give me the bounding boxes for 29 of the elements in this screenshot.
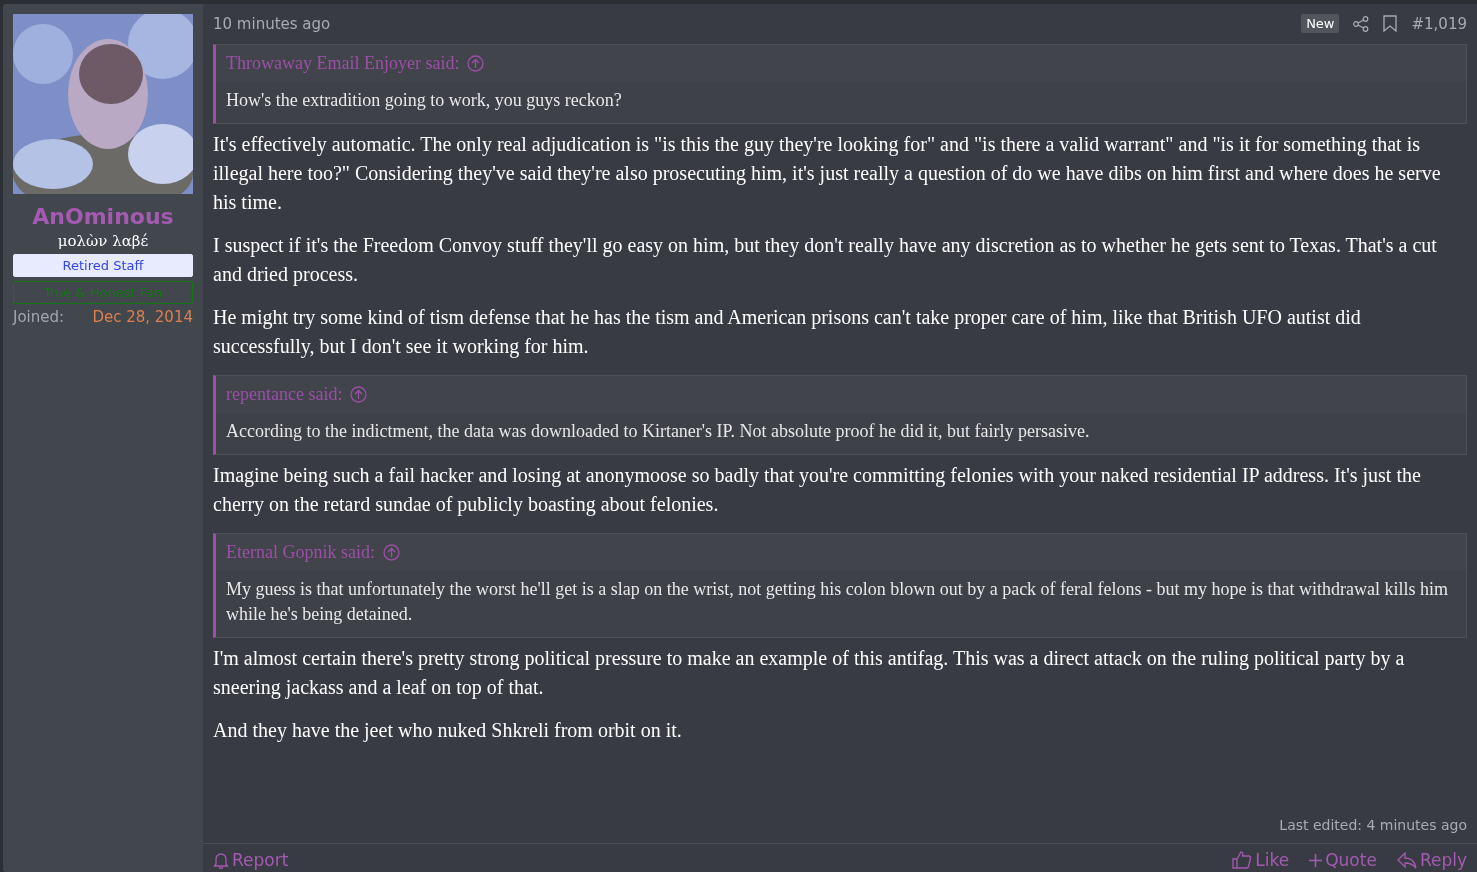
post-number[interactable]: #1,019 (1411, 14, 1467, 33)
post-paragraph: I'm almost certain there's pretty strong political pressure to make an example of this antifag. This was a direct attack on the ruling political party by a sneering jackass and a leaf on top of that. (213, 646, 1406, 701)
user-banner: True & Honest Fan (13, 281, 193, 304)
report-link[interactable]: Report (213, 850, 289, 870)
new-badge: New (1301, 14, 1340, 33)
post-paragraph: I suspect if it's the Freedom Convoy stuff they'll go easy on him, but they don't really have any discretion as to whether he gets sent to Texas. That's a cut and dried process. (213, 233, 1438, 288)
user-banner: Retired Staff (13, 254, 193, 277)
username[interactable]: AnOminous (13, 204, 193, 229)
post-time[interactable]: 10 minutes ago (213, 14, 331, 33)
post-paragraph: He might try some kind of tism defense that he has the tism and American prisons can't take proper care of him, like that British UFO autist did successfully, but I don't see it working for him. (213, 305, 1362, 360)
quote-author[interactable]: Eternal Gopnik said: (226, 542, 375, 563)
quote-author[interactable]: repentance said: (226, 384, 343, 405)
quote-link[interactable]: Quote (1309, 850, 1377, 870)
post-paragraph: And they have the jeet who nuked Shkreli from orbit on it. (213, 718, 683, 744)
post-paragraph: Imagine being such a fail hacker and losing at anonymoose so badly that you're committing felonies with your naked residential IP address. It's just the cherry on the retard sundae of publicly boasting about felonies. (213, 463, 1422, 518)
quote-author[interactable]: Throwaway Email Enjoyer said: (226, 53, 460, 74)
joined-label: Joined: (13, 308, 65, 326)
bell-icon (213, 851, 229, 869)
bookmark-icon[interactable] (1383, 15, 1398, 32)
like-link[interactable]: Like (1232, 850, 1290, 870)
joined-date: Dec 28, 2014 (92, 308, 193, 326)
user-title: μολὼν λαβέ (56, 232, 150, 250)
plus-icon (1309, 853, 1323, 867)
reply-icon (1396, 851, 1417, 869)
post-paragraph: It's effectively automatic. The only real adjudication is "is this the guy they're looking for" and "is there a valid warrant" and "is it for something that is illegal here too?" Considering they've said they're also prosecuting him, it's just really a question of do we have dibs on him first and where does he serve his time. (213, 132, 1442, 215)
last-edited: Last edited: 4 minutes ago (1278, 816, 1468, 835)
share-icon[interactable] (1353, 15, 1370, 32)
reply-link[interactable]: Reply (1396, 850, 1467, 870)
thumbs-up-icon (1232, 851, 1253, 869)
